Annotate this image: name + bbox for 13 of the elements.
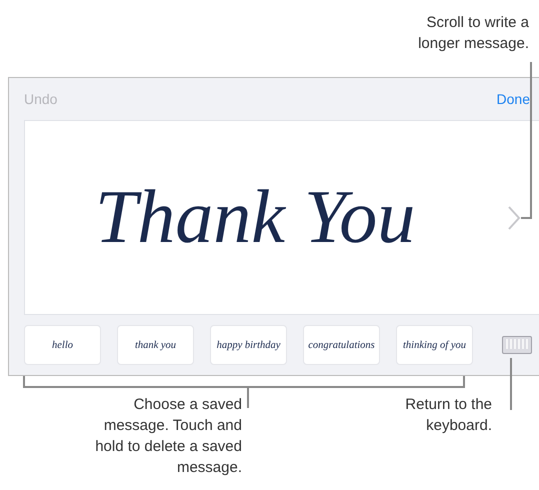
callout-text: Choose a saved message. Touch and hold to delete a saved message. (94, 395, 242, 478)
saved-message[interactable]: hello (24, 325, 101, 365)
saved-message[interactable]: thinking of you (396, 325, 473, 365)
saved-message[interactable]: congratulations (303, 325, 380, 365)
leader-line (510, 358, 512, 410)
chevron-right-icon[interactable] (507, 204, 521, 230)
saved-message[interactable]: happy birthday (210, 325, 287, 365)
callout-text: Return to the keyboard. (404, 395, 492, 436)
handwritten-text: Thank You (95, 174, 416, 261)
keyboard-icon[interactable] (502, 336, 532, 354)
saved-message[interactable]: thank you (117, 325, 194, 365)
callout-text: Scroll to write a longer message. (417, 13, 529, 54)
writing-canvas[interactable]: Thank You (24, 120, 539, 315)
